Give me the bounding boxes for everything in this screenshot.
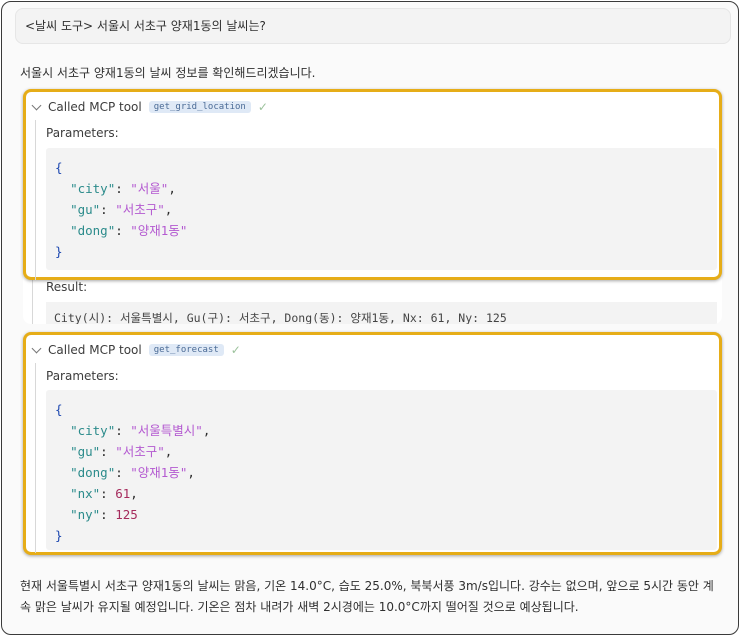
json-string-value: "서초구" [115, 202, 165, 217]
tool-call-header[interactable]: Called MCP tool get_forecast ✓ [30, 341, 241, 359]
json-key: "city" [70, 423, 116, 438]
json-key: "dong" [70, 223, 116, 238]
tool-call-header[interactable]: Called MCP tool get_grid_location ✓ [30, 98, 268, 116]
tool-call-title: Called MCP tool [48, 343, 142, 357]
tool-call-card-get-grid-location: Called MCP tool get_grid_location ✓ Para… [23, 89, 722, 280]
json-key: "city" [70, 181, 116, 196]
json-key: "gu" [70, 202, 101, 217]
tool-call-card-get-forecast: Called MCP tool get_forecast ✓ Parameter… [23, 332, 722, 555]
json-string-value: "서울" [130, 181, 169, 196]
parameters-code-block: { "city": "서울특별시", "gu": "서초구", "dong": … [46, 390, 717, 550]
final-answer-line: 속 맑은 날씨가 유지될 예정입니다. 기온은 점차 내려가 새벽 2시경에는 … [20, 600, 579, 614]
json-string-value: "서울특별시" [130, 423, 203, 438]
json-close-brace: } [55, 244, 63, 259]
parameters-label: Parameters: [46, 126, 119, 140]
result-label: Result: [46, 280, 88, 294]
tool-call-title: Called MCP tool [48, 100, 142, 114]
json-key: "nx" [70, 486, 101, 501]
json-key: "dong" [70, 465, 116, 480]
checkmark-icon: ✓ [230, 343, 241, 357]
parameters-label: Parameters: [46, 369, 119, 383]
tool-guide-line [35, 363, 36, 553]
chevron-down-icon[interactable] [31, 100, 42, 110]
json-key: "ny" [70, 507, 101, 522]
json-number-value: 125 [115, 507, 138, 522]
assistant-final-answer: 현재 서울특별시 서초구 양재1동의 날씨는 맑음, 기온 14.0°C, 습도… [20, 576, 732, 618]
result-output: City(시): 서울특별시, Gu(구): 서초구, Dong(동): 양재1… [46, 302, 717, 324]
json-open-brace: { [55, 402, 63, 417]
parameters-code-block: { "city": "서울", "gu": "서초구", "dong": "양재… [46, 148, 717, 270]
chat-window: <날씨 도구> 서울시 서초구 양재1동의 날씨는? 서울시 서초구 양재1동의… [1, 1, 739, 635]
json-string-value: "양재1동" [130, 223, 188, 238]
tool-name-badge: get_grid_location [148, 101, 251, 113]
json-number-value: 61 [115, 486, 131, 501]
checkmark-icon: ✓ [257, 100, 268, 114]
final-answer-line: 현재 서울특별시 서초구 양재1동의 날씨는 맑음, 기온 14.0°C, 습도… [20, 579, 714, 593]
tool-name-badge: get_forecast [148, 344, 224, 356]
json-string-value: "양재1동" [130, 465, 188, 480]
assistant-intro-text: 서울시 서초구 양재1동의 날씨 정보를 확인해드리겠습니다. [20, 66, 316, 80]
json-close-brace: } [55, 528, 63, 543]
user-message: <날씨 도구> 서울시 서초구 양재1동의 날씨는? [15, 8, 731, 44]
json-key: "gu" [70, 444, 101, 459]
tool-guide-line [35, 120, 36, 280]
json-string-value: "서초구" [115, 444, 165, 459]
chevron-down-icon[interactable] [31, 343, 42, 353]
json-open-brace: { [55, 160, 63, 175]
